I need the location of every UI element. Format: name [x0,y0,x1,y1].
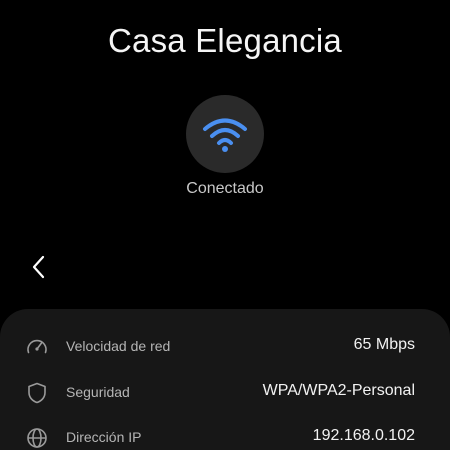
shield-icon [25,381,49,405]
network-details-card: Velocidad de red 65 Mbps Seguridad WPA/W… [0,309,450,450]
ip-address-label: Dirección IP [66,429,142,445]
network-title: Casa Elegancia [108,22,342,59]
ip-address-value: 192.168.0.102 [312,427,415,444]
back-button[interactable] [24,253,52,281]
network-speed-value: 65 Mbps [353,336,415,353]
detail-row-ip-address: Dirección IP 192.168.0.102 [0,420,450,450]
globe-icon [25,426,49,450]
security-label: Seguridad [66,384,130,400]
connection-status: Conectado [186,180,264,197]
network-speed-label: Velocidad de red [66,338,171,354]
detail-row-network-speed: Velocidad de red 65 Mbps [0,329,450,365]
wifi-status-badge [186,95,264,173]
detail-row-security: Seguridad WPA/WPA2-Personal [0,375,450,411]
security-value: WPA/WPA2-Personal [262,382,415,399]
back-chevron-icon [32,255,45,279]
speedometer-icon [25,335,49,359]
wifi-icon [203,118,247,152]
